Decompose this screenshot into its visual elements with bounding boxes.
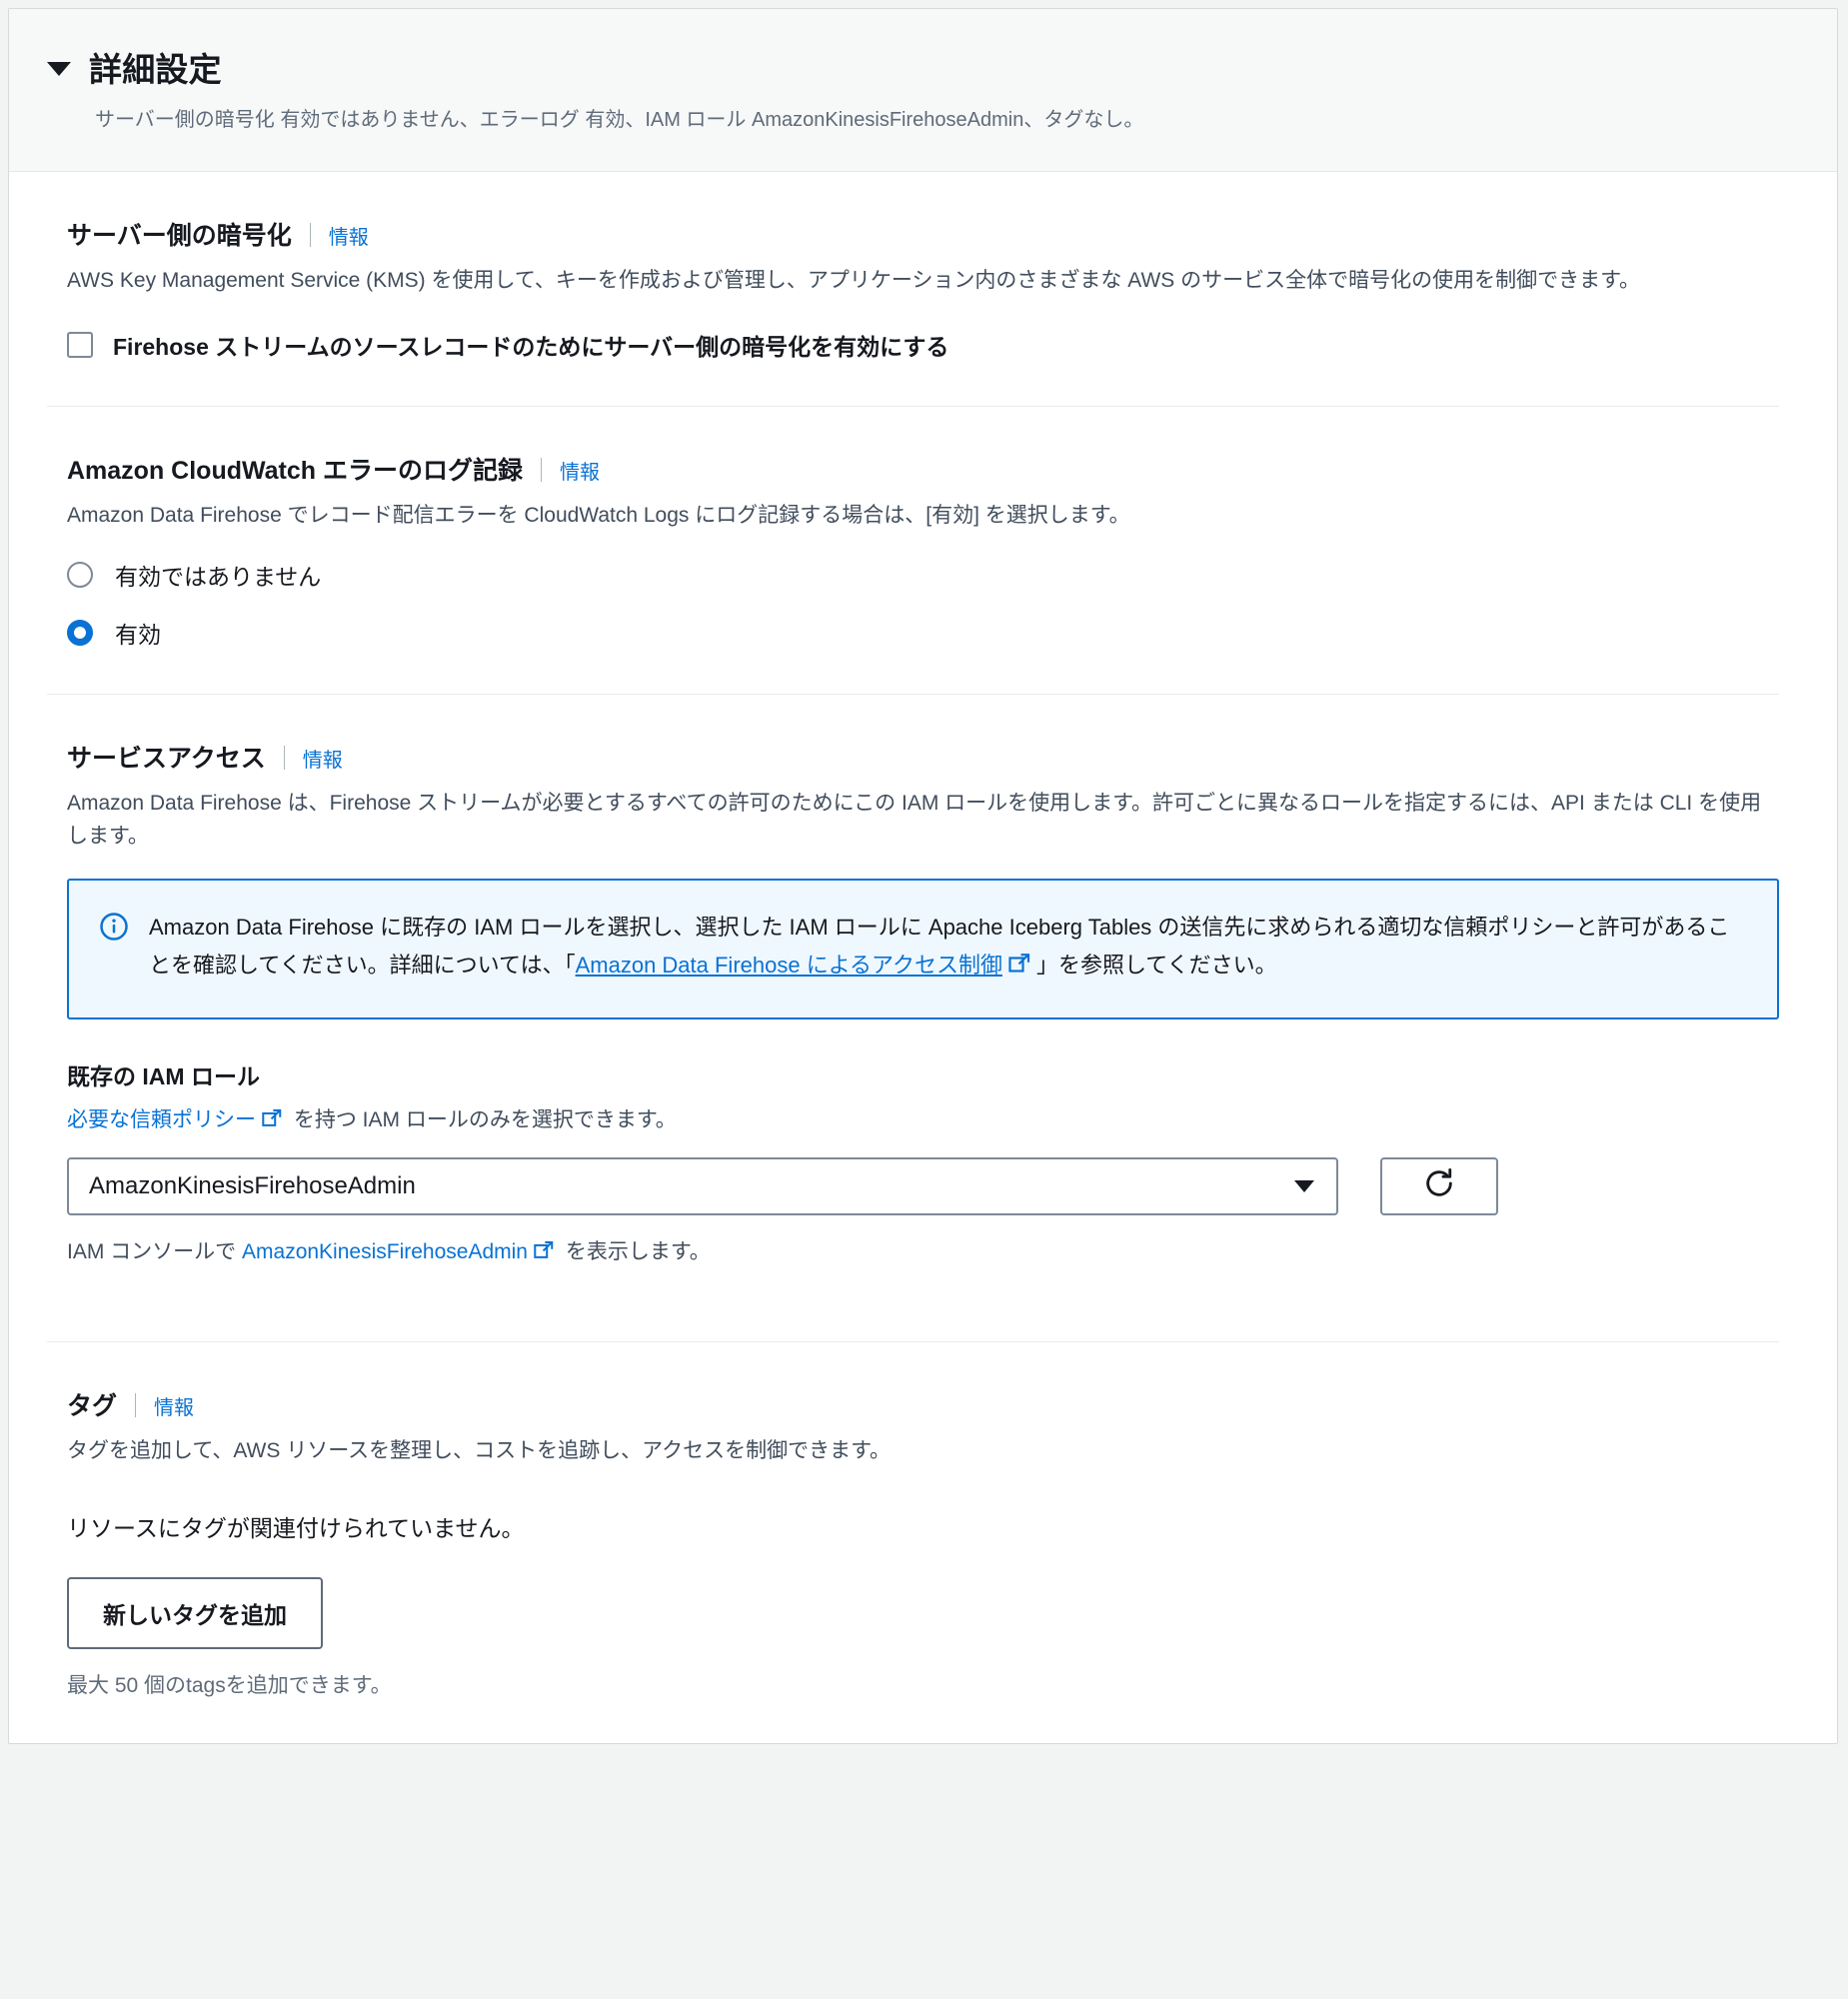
divider-vertical [541, 457, 543, 482]
header-summary: サーバー側の暗号化 有効ではありません、エラーログ 有効、IAM ロール Ama… [95, 109, 1144, 131]
tags-empty-message: リソースにタグが関連付けられていません。 [67, 1515, 525, 1542]
iam-role-select-row: AmazonKinesisFirehoseAdmin [67, 1156, 1779, 1215]
tags-description: タグを追加して、AWS リソースを整理し、コストを追跡し、アクセスを制御できます… [67, 1438, 892, 1462]
add-new-tag-button[interactable]: 新しいタグを追加 [67, 1577, 323, 1650]
tags-title-row: タグ 情報 [67, 1386, 1779, 1422]
info-circle-icon [99, 912, 129, 988]
radio-button[interactable] [67, 562, 93, 589]
encryption-title-row: サーバー側の暗号化 情報 [67, 216, 1779, 252]
iam-console-role-link[interactable]: AmazonKinesisFirehoseAdmin [242, 1240, 528, 1263]
encryption-title: サーバー側の暗号化 [67, 222, 292, 250]
external-link-icon [533, 1239, 555, 1267]
refresh-button[interactable] [1380, 1156, 1498, 1215]
encryption-checkbox-label: Firehose ストリームのソースレコードのためにサーバー側の暗号化を有効にす… [113, 333, 949, 360]
radio-label: 有効 [115, 622, 161, 649]
tags-info-link[interactable]: 情報 [154, 1391, 194, 1420]
service-access-title-row: サービスアクセス 情報 [67, 739, 1779, 775]
tags-title: タグ [67, 1391, 118, 1420]
header-title-row[interactable]: 詳細設定 [47, 43, 1799, 91]
alert-text-part2: 」を参照してください。 [1035, 953, 1277, 979]
encryption-checkbox[interactable] [67, 331, 93, 358]
iam-role-hint: 必要な信頼ポリシー を持つ IAM ロールのみを選択できます。 [67, 1103, 1779, 1135]
section-server-side-encryption: サーバー側の暗号化 情報 AWS Key Management Service … [9, 172, 1837, 362]
service-access-info-link[interactable]: 情報 [303, 744, 343, 773]
iam-role-select[interactable]: AmazonKinesisFirehoseAdmin [67, 1156, 1338, 1215]
iam-role-label: 既存の IAM ロール [67, 1062, 260, 1089]
service-access-title: サービスアクセス [67, 745, 266, 774]
external-link-icon [261, 1107, 283, 1135]
footnote-prefix: IAM コンソールで [67, 1239, 243, 1263]
radio-option-disabled[interactable]: 有効ではありません [67, 558, 1779, 592]
info-alert: Amazon Data Firehose に既存の IAM ロールを選択し、選択… [67, 879, 1779, 1019]
cloudwatch-title: Amazon CloudWatch エラーのログ記録 [67, 456, 524, 485]
trust-policy-link[interactable]: 必要な信頼ポリシー [67, 1108, 256, 1131]
advanced-settings-panel: 詳細設定 サーバー側の暗号化 有効ではありません、エラーログ 有効、IAM ロー… [8, 8, 1838, 1745]
refresh-icon [1422, 1166, 1456, 1205]
encryption-checkbox-row[interactable]: Firehose ストリームのソースレコードのためにサーバー側の暗号化を有効にす… [67, 328, 1779, 362]
section-cloudwatch-error-logging: Amazon CloudWatch エラーのログ記録 情報 Amazon Dat… [9, 407, 1837, 651]
service-access-description: Amazon Data Firehose は、Firehose ストリームが必要… [67, 792, 1762, 848]
info-alert-text: Amazon Data Firehose に既存の IAM ロールを選択し、選択… [149, 909, 1747, 988]
page-title: 詳細設定 [89, 51, 222, 88]
chevron-down-icon [1294, 1179, 1314, 1192]
cloudwatch-description: Amazon Data Firehose でレコード配信エラーを CloudWa… [67, 503, 1130, 527]
cloudwatch-title-row: Amazon CloudWatch エラーのログ記録 情報 [67, 451, 1779, 487]
caret-down-icon[interactable] [47, 62, 71, 76]
iam-role-hint-rest: を持つ IAM ロールのみを選択できます。 [288, 1107, 677, 1131]
encryption-info-link[interactable]: 情報 [329, 221, 369, 250]
panel-body: サーバー側の暗号化 情報 AWS Key Management Service … [9, 172, 1837, 1743]
iam-role-selected-value: AmazonKinesisFirehoseAdmin [89, 1171, 416, 1199]
divider-vertical [135, 1392, 137, 1417]
access-control-link[interactable]: Amazon Data Firehose によるアクセス制御 [576, 953, 1002, 978]
cloudwatch-info-link[interactable]: 情報 [560, 456, 600, 485]
divider-vertical [309, 223, 311, 247]
radio-button-selected[interactable] [67, 620, 93, 647]
panel-header[interactable]: 詳細設定 サーバー側の暗号化 有効ではありません、エラーログ 有効、IAM ロー… [9, 9, 1837, 172]
section-tags: タグ 情報 タグを追加して、AWS リソースを整理し、コストを追跡し、アクセスを… [9, 1342, 1837, 1700]
iam-role-field: 既存の IAM ロール 必要な信頼ポリシー を持つ IAM ロールのみを選択でき… [67, 1057, 1779, 1267]
iam-role-footnote: IAM コンソールで AmazonKinesisFirehoseAdmin を表… [67, 1235, 1779, 1267]
section-service-access: サービスアクセス 情報 Amazon Data Firehose は、Fireh… [9, 695, 1837, 1267]
tags-limit-note: 最大 50 個のtagsを追加できます。 [67, 1674, 392, 1698]
external-link-icon [1007, 950, 1031, 988]
cloudwatch-radio-group: 有効ではありません 有効 [67, 558, 1779, 650]
encryption-description: AWS Key Management Service (KMS) を使用して、キ… [67, 269, 1641, 292]
footnote-suffix: を表示します。 [559, 1239, 711, 1263]
radio-label: 有効ではありません [115, 564, 322, 591]
divider-vertical [283, 746, 285, 771]
radio-option-enabled[interactable]: 有効 [67, 616, 1779, 650]
